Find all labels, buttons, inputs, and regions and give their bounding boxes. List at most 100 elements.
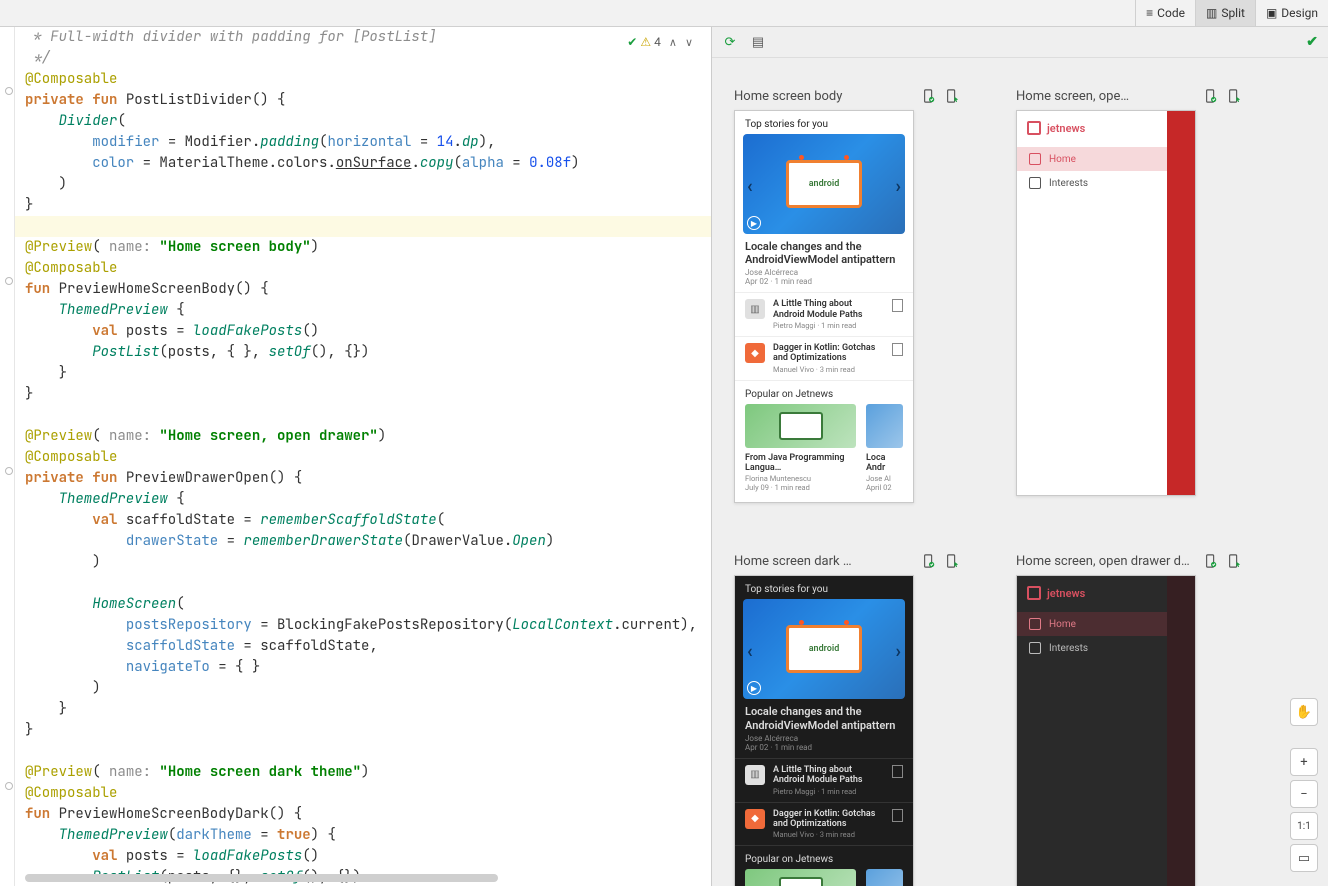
preview-header: Home screen, ope… xyxy=(1016,88,1242,104)
article-row[interactable]: ▥ A Little Thing about Android Module Pat… xyxy=(735,292,913,336)
article-row[interactable]: ◆Dagger in Kotlin: Gotchas and Optimizat… xyxy=(735,336,913,380)
preview-surface[interactable]: Top stories for you‹android›▶Locale chan… xyxy=(734,110,914,503)
article-title: Dagger in Kotlin: Gotchas and Optimizati… xyxy=(773,343,884,364)
view-design-button[interactable]: ▣ Design xyxy=(1255,0,1328,26)
play-icon[interactable]: ▶ xyxy=(747,216,761,230)
preview-title: Home screen dark … xyxy=(734,554,914,569)
drawer-item-interests[interactable]: Interests xyxy=(1017,171,1167,195)
hand-icon: ✋ xyxy=(1296,705,1312,720)
drawer-item-home[interactable]: Home xyxy=(1017,612,1167,636)
fit-label: 1:1 xyxy=(1297,821,1311,832)
popular-title: LocaAndr xyxy=(866,448,903,474)
chevron-left-icon: ‹ xyxy=(747,176,753,197)
view-split-label: Split xyxy=(1221,6,1245,20)
view-code-button[interactable]: ≡ Code xyxy=(1135,0,1195,26)
interactive-preview-icon[interactable] xyxy=(1226,553,1242,569)
preview-toolbar: ⟳ ▤ ✔︎ xyxy=(712,27,1328,58)
inspection-warning-count[interactable]: ✔︎ ⚠︎ 4 xyxy=(627,35,661,49)
popular-card[interactable]: LocaAndrJose AlApril 02 xyxy=(866,869,903,886)
deploy-to-device-icon[interactable] xyxy=(921,553,937,569)
prev-highlight-button[interactable]: ∧ xyxy=(669,36,677,49)
preview-surface[interactable]: Top stories for you‹android›▶Locale chan… xyxy=(734,575,914,886)
editor-view-toolbar: ≡ Code ▥ Split ▣ Design xyxy=(0,0,1328,27)
bookmark-icon[interactable] xyxy=(892,765,903,778)
refresh-icon[interactable]: ⟳ xyxy=(722,34,738,50)
chevron-right-icon: › xyxy=(896,176,901,197)
gutter[interactable] xyxy=(0,27,15,886)
view-design-label: Design xyxy=(1281,6,1318,20)
preview-title: Home screen body xyxy=(734,89,914,104)
bookmark-icon[interactable] xyxy=(892,299,903,312)
home-icon xyxy=(1029,153,1041,165)
fold-marker-icon[interactable] xyxy=(5,467,13,475)
drawer-item-label: Home xyxy=(1049,154,1076,165)
preview-item: Home screen bodyTop stories for you‹andr… xyxy=(734,88,960,503)
popular-card[interactable]: LocaAndrJose AlApril 02 xyxy=(866,404,903,493)
article-title: A Little Thing about Android Module Path… xyxy=(773,299,884,320)
hero-meta: Jose AlcérrecaApr 02 · 1 min read xyxy=(735,266,913,292)
deploy-to-device-icon[interactable] xyxy=(1203,88,1219,104)
drawer-item-label: Interests xyxy=(1049,643,1088,654)
list-icon xyxy=(1029,642,1041,654)
view-split-button[interactable]: ▥ Split xyxy=(1195,0,1255,26)
settings-icon[interactable]: ▤ xyxy=(750,34,766,50)
drawer-item-interests[interactable]: Interests xyxy=(1017,636,1167,660)
preview-surface[interactable]: jetnews Home Interests xyxy=(1016,110,1196,496)
content-scrim[interactable] xyxy=(1167,576,1195,886)
fold-marker-icon[interactable] xyxy=(5,277,13,285)
article-meta: Manuel Vivo · 3 min read xyxy=(773,365,884,374)
interactive-preview-icon[interactable] xyxy=(944,553,960,569)
inspection-widget[interactable]: ✔︎ ⚠︎ 4 ∧ ∨ xyxy=(623,33,697,51)
app-logo-icon xyxy=(1027,121,1041,135)
zoom-fit-button[interactable]: 1:1 xyxy=(1290,812,1318,840)
preview-header: Home screen body xyxy=(734,88,960,104)
section-heading: Top stories for you xyxy=(735,576,913,599)
content-scrim[interactable] xyxy=(1167,111,1195,495)
pan-tool-button[interactable]: ✋ xyxy=(1290,698,1318,726)
bookmark-icon[interactable] xyxy=(892,809,903,822)
hero-image[interactable]: ‹android›▶ xyxy=(743,599,905,699)
article-thumb-icon: ▥ xyxy=(745,299,765,319)
build-ok-icon: ✔︎ xyxy=(1306,34,1318,50)
fold-marker-icon[interactable] xyxy=(5,87,13,95)
zoom-actual-button[interactable]: ▭ xyxy=(1290,844,1318,872)
zoom-controls: + − 1:1 ▭ xyxy=(1290,748,1318,872)
preview-canvas[interactable]: Home screen body Top stories for you‹andr… xyxy=(712,58,1328,886)
zoom-in-button[interactable]: + xyxy=(1290,748,1318,776)
preview-item: Home screen dark … Top stories for you‹an… xyxy=(734,553,960,886)
code-editor[interactable]: ✔︎ ⚠︎ 4 ∧ ∨ * Full-width divider with pa… xyxy=(15,27,712,886)
drawer-item-home[interactable]: Home xyxy=(1017,147,1167,171)
section-heading: Popular on Jetnews xyxy=(735,380,913,404)
interactive-preview-icon[interactable] xyxy=(1226,88,1242,104)
article-meta: Pietro Maggi · 1 min read xyxy=(773,321,884,330)
section-heading: Popular on Jetnews xyxy=(735,845,913,869)
article-row[interactable]: ▥A Little Thing about Android Module Pat… xyxy=(735,758,913,802)
hero-image[interactable]: ‹android›▶ xyxy=(743,134,905,234)
zoom-out-button[interactable]: − xyxy=(1290,780,1318,808)
article-title: Dagger in Kotlin: Gotchas and Optimizati… xyxy=(773,809,884,830)
app-logo-icon xyxy=(1027,586,1041,600)
deploy-to-device-icon[interactable] xyxy=(1203,553,1219,569)
horizontal-scrollbar[interactable] xyxy=(25,874,701,882)
preview-surface[interactable]: jetnews Home Interests xyxy=(1016,575,1196,886)
popular-card[interactable]: From Java Programming Langua…Florina Mun… xyxy=(745,404,856,493)
article-row[interactable]: ◆ Dagger in Kotlin: Gotchas and Optimizat… xyxy=(735,802,913,846)
next-highlight-button[interactable]: ∨ xyxy=(685,36,693,49)
bookmark-icon[interactable] xyxy=(892,343,903,356)
hero-title: Locale changes and the AndroidViewModel … xyxy=(735,234,913,266)
interactive-preview-icon[interactable] xyxy=(944,88,960,104)
fold-marker-icon[interactable] xyxy=(5,782,13,790)
code-content[interactable]: * Full-width divider with padding for [P… xyxy=(15,27,711,886)
preview-item: Home screen, open drawer dar…jetnewsHome… xyxy=(1016,553,1242,886)
preview-header: Home screen dark … xyxy=(734,553,960,569)
app-name: jetnews xyxy=(1047,587,1085,600)
article-thumb-icon: ▥ xyxy=(745,765,765,785)
navigation-drawer: jetnews Home Interests xyxy=(1017,576,1167,886)
drawer-header: jetnews xyxy=(1017,111,1167,147)
article-thumb-icon: ◆ xyxy=(745,809,765,829)
compose-preview-panel: ⟳ ▤ ✔︎ Home screen body Top stories for y… xyxy=(712,27,1328,886)
list-icon: ≡ xyxy=(1146,6,1153,20)
popular-card[interactable]: From Java Programming Langua…Florina Mun… xyxy=(745,869,856,886)
play-icon[interactable]: ▶ xyxy=(747,681,761,695)
deploy-to-device-icon[interactable] xyxy=(921,88,937,104)
